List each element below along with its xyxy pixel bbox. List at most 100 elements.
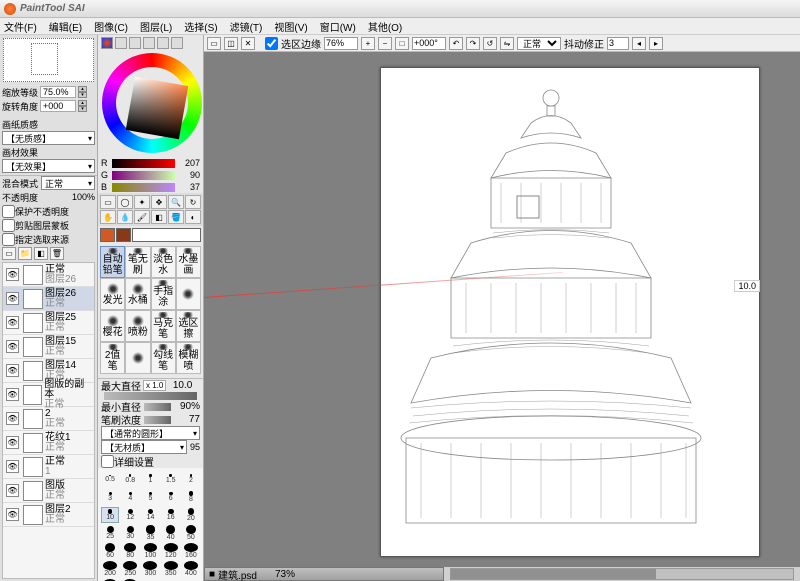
file-tab[interactable]: ■ 建筑.psd 73%: [204, 567, 444, 581]
layer-visibility-icon[interactable]: 👁: [6, 364, 19, 377]
layer-visibility-icon[interactable]: 👁: [6, 316, 19, 329]
brush-preset[interactable]: 模糊喷: [176, 342, 201, 374]
brush-preset[interactable]: [125, 342, 150, 374]
tool-wand-icon[interactable]: ✦: [134, 195, 150, 209]
tool-select-icon[interactable]: ▭: [100, 195, 116, 209]
tool-rect-select-icon[interactable]: ▭: [207, 37, 221, 50]
zoom-down[interactable]: ▾: [78, 92, 87, 98]
tool-lasso-icon[interactable]: ◯: [117, 195, 133, 209]
size-preset[interactable]: 25: [101, 525, 119, 541]
minsize-slider[interactable]: [144, 403, 171, 411]
navigator[interactable]: [3, 38, 94, 82]
stabilizer-input[interactable]: [607, 37, 629, 50]
size-preset[interactable]: 6: [162, 489, 180, 505]
tool-picker-icon[interactable]: 💧: [117, 210, 133, 224]
menu-other[interactable]: 其他(O): [368, 19, 402, 34]
size-preset[interactable]: 350: [162, 561, 180, 577]
brush-preset[interactable]: [176, 278, 201, 310]
fg-swatch[interactable]: [100, 228, 115, 242]
blend-mode-dropdown[interactable]: 正常: [41, 176, 95, 190]
layer-visibility-icon[interactable]: 👁: [6, 268, 19, 281]
preview-mode-select[interactable]: 正常: [517, 37, 561, 50]
rot-input[interactable]: [40, 100, 76, 112]
picker-mode-gray-icon[interactable]: [143, 37, 155, 49]
chk-detail[interactable]: [101, 455, 114, 468]
sv-square[interactable]: [126, 77, 189, 140]
brush-preset[interactable]: 水墨画: [176, 246, 201, 278]
picker-mode-set-icon[interactable]: [157, 37, 169, 49]
rotate-cw-icon[interactable]: ↷: [466, 37, 480, 50]
tool-eraser-icon[interactable]: ◧: [151, 210, 167, 224]
layer-row[interactable]: 👁正常图层26: [3, 263, 94, 287]
size-preset[interactable]: 3: [101, 489, 119, 505]
brush-preset[interactable]: 手指涂: [151, 278, 176, 310]
size-preset[interactable]: 1.5: [162, 471, 180, 487]
size-preset[interactable]: 0.8: [121, 471, 139, 487]
size-preset[interactable]: 2: [182, 471, 200, 487]
r-slider[interactable]: [112, 159, 175, 168]
tool-zoom-icon[interactable]: 🔍: [168, 195, 184, 209]
brush-preset[interactable]: 樱花: [100, 310, 125, 342]
size-preset[interactable]: 14: [141, 507, 159, 523]
size-preset[interactable]: 8: [182, 489, 200, 505]
size-preset[interactable]: 250: [121, 561, 139, 577]
brush-preset[interactable]: 勾线笔: [151, 342, 176, 374]
b-slider[interactable]: [112, 183, 175, 192]
layer-visibility-icon[interactable]: 👁: [6, 460, 19, 473]
brush-preset[interactable]: 淡色水: [151, 246, 176, 278]
brush-preset[interactable]: 2值笔: [100, 342, 125, 374]
paper-tex-dropdown[interactable]: 【无质感】: [2, 131, 95, 145]
g-slider[interactable]: [112, 171, 175, 180]
zoom-input[interactable]: [40, 86, 76, 98]
size-preset[interactable]: 400: [182, 561, 200, 577]
rotate-ccw-icon[interactable]: ↶: [449, 37, 463, 50]
menu-layer[interactable]: 图层(L): [140, 19, 172, 34]
density-slider[interactable]: [144, 416, 171, 424]
layer-row[interactable]: 👁花纹1正常: [3, 431, 94, 455]
size-preset[interactable]: 12: [121, 507, 139, 523]
tool-move-icon[interactable]: ✥: [151, 195, 167, 209]
chk-protect-alpha[interactable]: [2, 205, 15, 218]
layer-row[interactable]: 👁2正常: [3, 407, 94, 431]
menu-select[interactable]: 选择(S): [184, 19, 217, 34]
layer-row[interactable]: 👁图版的副本正常: [3, 383, 94, 407]
layer-row[interactable]: 👁正常1: [3, 455, 94, 479]
size-preset[interactable]: 80: [121, 543, 139, 559]
menu-view[interactable]: 视图(V): [274, 19, 307, 34]
tool-hand-icon[interactable]: ✋: [100, 210, 116, 224]
brush-tex-dropdown[interactable]: 【无材质】: [101, 440, 187, 454]
size-preset[interactable]: 40: [162, 525, 180, 541]
chk-select-source[interactable]: [2, 233, 15, 246]
layer-visibility-icon[interactable]: 👁: [6, 412, 19, 425]
tool-fill-icon[interactable]: 🪣: [168, 210, 184, 224]
brush-preset[interactable]: 笔无刷: [125, 246, 150, 278]
picker-mode-wheel-icon[interactable]: [101, 37, 113, 49]
layer-row[interactable]: 👁图层25正常: [3, 311, 94, 335]
new-mask-icon[interactable]: ◧: [34, 247, 48, 260]
stab-up-icon[interactable]: ▸: [649, 37, 663, 50]
size-preset[interactable]: 35: [141, 525, 159, 541]
size-preset[interactable]: 1: [141, 471, 159, 487]
layer-row[interactable]: 👁图层15正常: [3, 335, 94, 359]
picker-mode-bar-icon[interactable]: [129, 37, 141, 49]
size-preset[interactable]: 300: [141, 561, 159, 577]
size-preset[interactable]: 120: [162, 543, 180, 559]
maxsize-mode[interactable]: x 1.0: [143, 380, 166, 391]
zoom-in-icon[interactable]: +: [361, 37, 375, 50]
size-preset[interactable]: 200: [101, 561, 119, 577]
picker-mode-square-icon[interactable]: [115, 37, 127, 49]
menu-filter[interactable]: 滤镜(T): [230, 19, 263, 34]
layer-row[interactable]: 👁图层2正常: [3, 503, 94, 527]
viewport[interactable]: 10.0: [204, 52, 800, 567]
tool-clear-icon[interactable]: ✕: [241, 37, 255, 50]
picker-mode-hist-icon[interactable]: [171, 37, 183, 49]
brush-preset[interactable]: 马克笔: [151, 310, 176, 342]
layer-visibility-icon[interactable]: 👁: [6, 436, 19, 449]
hscroll[interactable]: [450, 568, 794, 580]
size-preset[interactable]: 60: [101, 543, 119, 559]
tool-rotate-icon[interactable]: ↻: [185, 195, 201, 209]
size-preset[interactable]: 160: [182, 543, 200, 559]
brush-preset[interactable]: 喷粉: [125, 310, 150, 342]
size-preset[interactable]: 4: [121, 489, 139, 505]
tool-text-icon[interactable]: ◐: [185, 210, 201, 224]
